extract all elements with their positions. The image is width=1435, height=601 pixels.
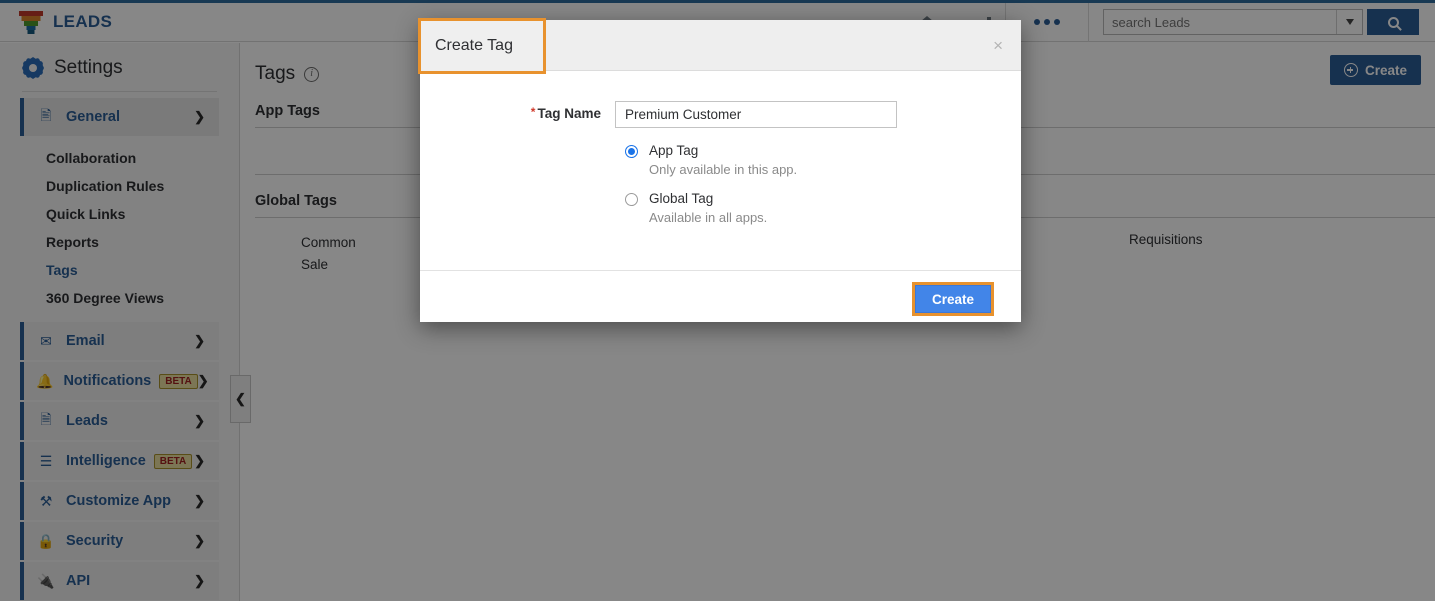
dialog-title-highlight: Create Tag	[418, 18, 546, 74]
tag-name-row: *Tag Name	[420, 101, 1021, 128]
dialog-footer: Create	[420, 270, 1021, 321]
create-tag-dialog: Create Tag × *Tag Name App Tag Only avai…	[420, 20, 1021, 322]
radio-option-app-tag[interactable]: App Tag Only available in this app.	[625, 142, 1021, 179]
required-marker: *	[531, 105, 536, 119]
radio-app-tag[interactable]	[625, 145, 638, 158]
radio-option-global-tag[interactable]: Global Tag Available in all apps.	[625, 190, 1021, 227]
radio-description: Only available in this app.	[649, 162, 797, 177]
radio-texts: App Tag Only available in this app.	[649, 142, 797, 179]
dialog-body: *Tag Name App Tag Only available in this…	[420, 71, 1021, 270]
radio-texts: Global Tag Available in all apps.	[649, 190, 767, 227]
tag-scope-radio-group: App Tag Only available in this app. Glob…	[420, 128, 1021, 227]
radio-global-tag[interactable]	[625, 193, 638, 206]
submit-create-button[interactable]: Create	[915, 285, 991, 313]
tag-name-label: *Tag Name	[420, 101, 615, 121]
submit-button-highlight: Create	[912, 282, 994, 316]
dialog-title: Create Tag	[421, 37, 513, 55]
tag-name-label-text: Tag Name	[537, 106, 601, 121]
radio-description: Available in all apps.	[649, 210, 767, 225]
radio-label: Global Tag	[649, 191, 713, 206]
close-icon[interactable]: ×	[993, 36, 1003, 56]
tag-name-input[interactable]	[615, 101, 897, 128]
dialog-header: Create Tag ×	[420, 20, 1021, 71]
radio-label: App Tag	[649, 143, 698, 158]
